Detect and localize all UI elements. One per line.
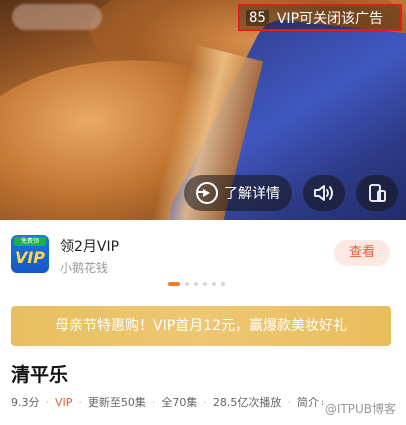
carousel-dot	[203, 282, 207, 286]
meta-separator: ·	[203, 395, 207, 409]
vip-app-logo: 免费领 VIP	[11, 235, 49, 273]
carousel-dot	[212, 282, 216, 286]
sound-icon	[314, 185, 333, 201]
arrow-circle-icon	[196, 182, 218, 204]
sponsor-title: 领2月VIP	[60, 239, 120, 255]
view-button[interactable]: 查看	[334, 240, 390, 266]
mothers-day-promo-banner[interactable]: 母亲节特惠购！VIP首月12元，赢爆款美妆好礼	[11, 306, 391, 346]
episode-total: 全70集	[161, 396, 198, 409]
site-watermark: @ITPUB博客	[322, 400, 398, 417]
meta-separator: ·	[78, 395, 82, 409]
blurred-avatar	[12, 4, 102, 30]
sound-button[interactable]	[303, 175, 345, 211]
rotate-screen-button[interactable]	[356, 175, 398, 211]
play-count: 28.5亿次播放	[212, 396, 282, 409]
sponsor-subtitle: 小鹅花钱	[60, 261, 109, 275]
learn-more-button[interactable]: 了解详情	[184, 175, 292, 211]
meta-separator: ·	[45, 395, 50, 409]
carousel-dot	[185, 282, 189, 286]
carousel-dot	[221, 282, 225, 286]
vip-badge: VIP	[55, 395, 73, 409]
ad-skip-tag[interactable]: 85 VIP可关闭该广告	[238, 4, 402, 31]
show-title: 清平乐	[11, 364, 69, 386]
show-meta-row: 9.3分 · VIP · 更新至50集 · 全70集 · 28.5亿次播放 · …	[11, 394, 325, 410]
meta-separator: ·	[151, 395, 156, 409]
ad-countdown: 85	[246, 9, 269, 26]
vip-close-ad-label: VIP可关闭该广告	[276, 10, 384, 27]
carousel-indicator	[168, 282, 225, 286]
carousel-dot	[194, 282, 198, 286]
intro-link[interactable]: 简介	[297, 394, 319, 410]
show-score: 9.3分	[11, 396, 40, 409]
rotate-screen-icon	[369, 184, 386, 202]
vip-logo-text: VIP	[14, 248, 46, 267]
update-status: 更新至50集	[87, 396, 146, 409]
free-claim-badge: 免费领	[14, 237, 46, 246]
learn-more-label: 了解详情	[224, 186, 280, 202]
meta-separator: ·	[287, 395, 291, 409]
carousel-dot-active	[168, 282, 180, 286]
